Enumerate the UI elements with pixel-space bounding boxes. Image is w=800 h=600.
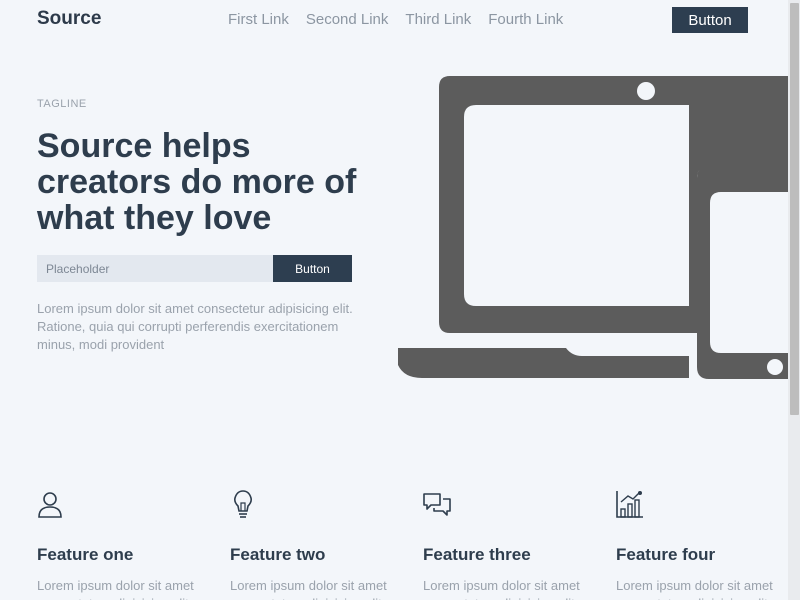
feature-one: Feature one Lorem ipsum dolor sit amet c… xyxy=(37,490,217,600)
feature-text: Lorem ipsum dolor sit amet consectetur a… xyxy=(37,578,194,600)
feature-text: Lorem ipsum dolor sit amet consectetur a… xyxy=(423,578,580,600)
nav-link-third[interactable]: Third Link xyxy=(405,11,471,28)
hero-headline: Source helps creators do more of what th… xyxy=(37,127,357,237)
tablet-illustration xyxy=(697,166,788,379)
scrollbar-thumb[interactable] xyxy=(790,3,799,415)
header-button[interactable]: Button xyxy=(672,7,748,33)
feature-text: Lorem ipsum dolor sit amet consectetur a… xyxy=(230,578,387,600)
feature-two: Feature two Lorem ipsum dolor sit amet c… xyxy=(230,490,410,600)
landing-page: Source First Link Second Link Third Link… xyxy=(0,0,800,600)
user-icon xyxy=(38,492,62,518)
feature-title: Feature four xyxy=(616,545,716,564)
chart-icon xyxy=(616,491,643,518)
feature-title: Feature two xyxy=(230,545,326,564)
lightbulb-icon xyxy=(234,490,252,518)
feature-four: Feature four Lorem ipsum dolor sit amet … xyxy=(616,490,796,600)
nav-link-fourth[interactable]: Fourth Link xyxy=(488,11,563,28)
signup-form: Button xyxy=(37,255,352,282)
feature-text: Lorem ipsum dolor sit amet consectetur a… xyxy=(616,578,773,600)
nav-link-second[interactable]: Second Link xyxy=(306,11,389,28)
hero-tagline: TAGLINE xyxy=(37,98,87,110)
signup-input[interactable] xyxy=(37,255,273,282)
feature-title: Feature three xyxy=(423,545,531,564)
chat-icon xyxy=(423,493,451,516)
feature-title: Feature one xyxy=(37,545,134,564)
nav-link-first[interactable]: First Link xyxy=(228,11,289,28)
feature-three: Feature three Lorem ipsum dolor sit amet… xyxy=(423,490,603,600)
devices-illustration xyxy=(398,76,788,379)
page-scrollbar[interactable] xyxy=(788,0,800,600)
brand-logo[interactable]: Source xyxy=(37,8,101,30)
main-nav: First Link Second Link Third Link Fourth… xyxy=(228,11,580,28)
laptop-illustration xyxy=(398,76,788,378)
signup-button[interactable]: Button xyxy=(273,255,352,282)
hero-description: Lorem ipsum dolor sit amet consectetur a… xyxy=(37,301,353,352)
